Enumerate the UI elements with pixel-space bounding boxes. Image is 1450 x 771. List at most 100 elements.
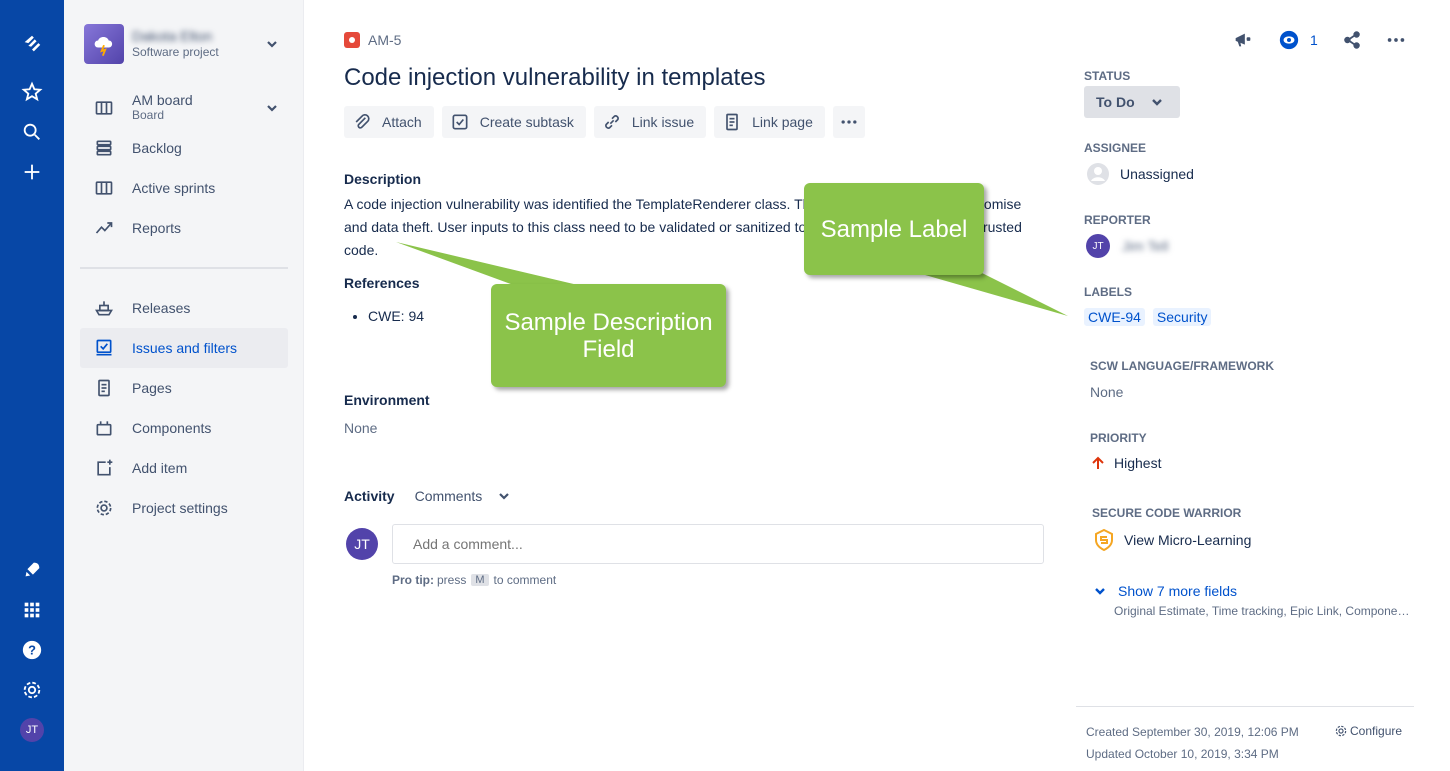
create-plus-icon[interactable] <box>16 156 48 188</box>
sidebar-item-active-sprints[interactable]: Active sprints <box>80 168 288 208</box>
references-heading: References <box>344 275 420 291</box>
app-switcher-icon[interactable] <box>16 594 48 626</box>
updated-timestamp: Updated October 10, 2019, 3:34 PM <box>1086 747 1279 761</box>
references-list: CWE: 94 <box>368 308 424 324</box>
configure-button[interactable]: Configure <box>1334 724 1402 738</box>
sidebar-item-reports[interactable]: Reports <box>80 208 288 248</box>
subtask-icon <box>452 114 468 130</box>
sidebar-item-label: Issues and filters <box>132 340 238 356</box>
status-dropdown[interactable]: To Do <box>1084 86 1180 118</box>
configure-label: Configure <box>1350 724 1403 738</box>
protip-label: Pro tip: <box>392 573 434 587</box>
issue-toolbar: Attach Create subtask Link issue Link pa… <box>344 106 865 138</box>
search-icon[interactable] <box>16 116 48 148</box>
more-actions-button[interactable] <box>832 106 865 138</box>
reporter-field[interactable]: JT Jim Tell <box>1086 234 1168 258</box>
profile-avatar[interactable]: JT <box>16 714 48 746</box>
share-icon[interactable] <box>1341 28 1363 52</box>
sidebar-item-releases[interactable]: Releases <box>80 288 288 328</box>
sidebar-item-backlog[interactable]: Backlog <box>80 128 288 168</box>
sidebar-item-issues-and-filters[interactable]: Issues and filters <box>80 328 288 368</box>
priority-field[interactable]: Highest <box>1090 455 1161 471</box>
list-item: CWE: 94 <box>368 308 424 324</box>
label-chip[interactable]: Security <box>1152 308 1212 326</box>
issue-title[interactable]: Code injection vulnerability in template… <box>344 64 766 92</box>
page-icon <box>726 113 738 131</box>
sidebar-item-label: Reports <box>132 220 182 236</box>
secure-code-warrior-logo-icon <box>1095 528 1113 552</box>
description-callout: Sample Description Field <box>491 284 726 387</box>
priority-label: PRIORITY <box>1090 431 1147 445</box>
issue-breadcrumb[interactable]: AM-5 <box>344 32 401 48</box>
sidebar-item-components[interactable]: Components <box>80 408 288 448</box>
settings-gear-icon[interactable] <box>16 674 48 706</box>
board-icon <box>92 96 116 120</box>
sprint-board-icon <box>92 176 116 200</box>
watchers-button[interactable]: 1 <box>1278 28 1318 52</box>
sidebar-item-pages[interactable]: Pages <box>80 368 288 408</box>
view-micro-learning-label: View Micro-Learning <box>1124 532 1252 548</box>
project-sidebar: Dakota Elton Software project AM board B… <box>64 0 304 771</box>
ship-icon <box>92 296 116 320</box>
svg-text:?: ? <box>28 643 36 658</box>
jira-logo-icon[interactable] <box>16 28 48 60</box>
avatar: JT <box>1086 234 1110 258</box>
add-item-icon <box>92 456 116 480</box>
bug-icon <box>344 32 360 48</box>
scw-framework-value[interactable]: None <box>1090 384 1123 400</box>
sidebar-item-label: Components <box>132 420 212 436</box>
link-icon <box>604 115 619 129</box>
reporter-label: REPORTER <box>1084 213 1151 227</box>
chevron-down-icon <box>499 493 510 500</box>
hidden-fields-summary: Original Estimate, Time tracking, Epic L… <box>1114 604 1410 618</box>
feedback-megaphone-icon[interactable] <box>1232 28 1254 52</box>
avatar: JT <box>346 528 378 560</box>
more-horizontal-icon <box>841 120 857 124</box>
project-header[interactable]: Dakota Elton Software project <box>84 24 284 64</box>
link-page-button[interactable]: Link page <box>714 106 825 138</box>
activity-heading: Activity <box>344 488 395 504</box>
environment-heading: Environment <box>344 392 430 408</box>
assignee-label: ASSIGNEE <box>1084 141 1147 155</box>
more-actions-icon[interactable] <box>1385 28 1407 52</box>
star-icon[interactable] <box>16 76 48 108</box>
cloud-lightning-icon <box>94 37 113 57</box>
sidebar-item-board[interactable]: AM board Board <box>80 88 288 128</box>
sidebar-item-label: Add item <box>132 460 188 476</box>
gear-icon <box>92 496 116 520</box>
sidebar-item-label: Releases <box>132 300 191 316</box>
issue-view: AM-5 Code injection vulnerability in tem… <box>304 0 1450 771</box>
assignee-field[interactable]: Unassigned <box>1086 162 1194 186</box>
labels-field[interactable]: CWE-94 Security <box>1084 308 1219 326</box>
create-subtask-label: Create subtask <box>479 114 574 130</box>
link-issue-label: Link issue <box>631 114 695 130</box>
activity-section: Activity Comments <box>344 488 512 504</box>
board-name: AM board <box>132 92 193 108</box>
project-name: Dakota Elton <box>132 28 213 44</box>
label-chip[interactable]: CWE-94 <box>1084 308 1145 326</box>
assignee-value: Unassigned <box>1120 166 1194 182</box>
protip-key: M <box>471 574 489 586</box>
chevron-down-icon <box>1151 99 1162 106</box>
unassigned-avatar-icon <box>1087 163 1109 185</box>
page-icon <box>92 376 116 400</box>
sidebar-item-add-item[interactable]: Add item <box>80 448 288 488</box>
create-subtask-button[interactable]: Create subtask <box>441 106 586 138</box>
attach-button[interactable]: Attach <box>344 106 434 138</box>
chevron-down-icon[interactable] <box>264 100 280 116</box>
chevron-down-icon[interactable] <box>264 36 280 52</box>
created-timestamp: Created September 30, 2019, 12:06 PM <box>1086 725 1299 739</box>
components-icon <box>92 416 116 440</box>
comment-input[interactable] <box>392 524 1044 564</box>
link-issue-button[interactable]: Link issue <box>593 106 707 138</box>
environment-field[interactable]: None <box>344 420 377 436</box>
activity-filter-dropdown[interactable]: Comments <box>415 488 513 504</box>
notifications-rocket-icon[interactable] <box>16 554 48 586</box>
view-micro-learning-link[interactable]: View Micro-Learning <box>1092 528 1251 552</box>
secure-code-warrior-label: SECURE CODE WARRIOR <box>1092 506 1242 520</box>
sidebar-item-project-settings[interactable]: Project settings <box>80 488 288 528</box>
issue-key: AM-5 <box>368 32 402 48</box>
protip-press: press <box>437 573 467 587</box>
show-more-fields-button[interactable]: Show 7 more fields <box>1092 583 1237 599</box>
help-icon[interactable]: ? <box>16 634 48 666</box>
